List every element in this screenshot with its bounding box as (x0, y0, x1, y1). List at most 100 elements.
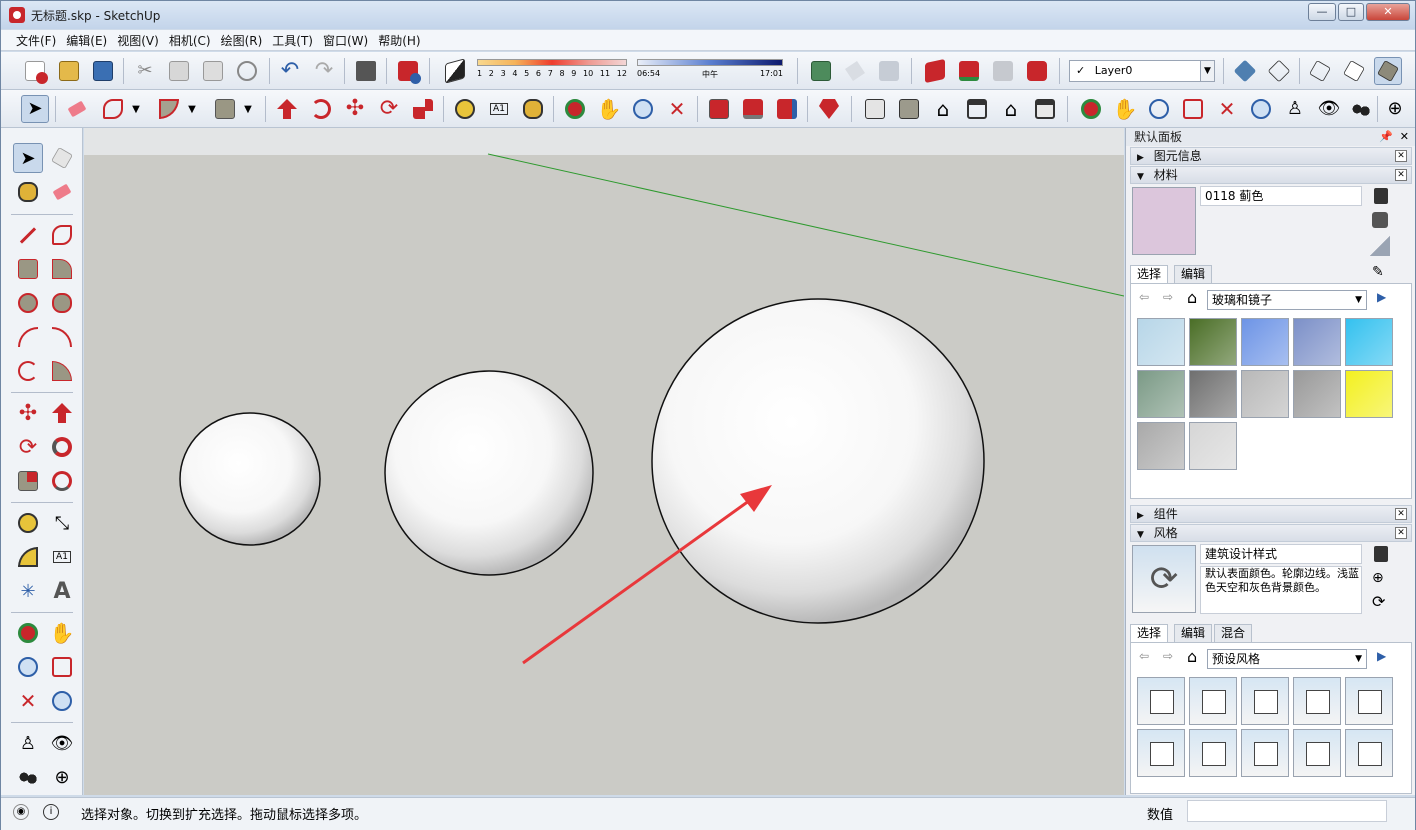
rectangle-dropdown[interactable]: ▼ (239, 95, 257, 123)
styles-tab-select[interactable]: 选择 (1130, 624, 1169, 642)
materials-library-select[interactable]: 玻璃和镜子 ▼ (1207, 290, 1367, 310)
freehand-tool[interactable] (47, 220, 77, 250)
push-pull-button[interactable] (273, 95, 301, 123)
position-camera-button[interactable]: ♙ (1281, 95, 1309, 123)
wireframe-style-button[interactable] (1306, 57, 1334, 85)
paint-bucket-button[interactable] (519, 95, 547, 123)
menu-draw[interactable]: 绘图(R) (216, 32, 268, 49)
arc-dropdown[interactable]: ▼ (183, 95, 201, 123)
paint-sample-icon[interactable] (1370, 236, 1390, 256)
style-description-field[interactable]: 默认表面颜色。轮廓边线。浅蓝色天空和灰色背景颜色。 (1200, 566, 1362, 614)
section-plane-tool[interactable]: ⊕ (47, 762, 77, 792)
forward-arrow-icon[interactable]: ⇨ (1163, 649, 1173, 663)
line-tool[interactable] (13, 220, 43, 250)
print-button[interactable] (352, 57, 380, 85)
styles-panel-header[interactable]: ▼ 风格 ✕ (1130, 524, 1412, 542)
previous-view-button[interactable] (1247, 95, 1275, 123)
pin-icon[interactable]: 📌 (1379, 130, 1393, 143)
shaded-style-button[interactable] (1374, 57, 1402, 85)
create-style-icon[interactable] (1374, 546, 1388, 562)
ruby-console-button[interactable] (815, 95, 843, 123)
zoom-extents-button[interactable]: ✕ (663, 95, 691, 123)
material-swatch[interactable] (1137, 318, 1185, 366)
polygon-tool[interactable] (47, 288, 77, 318)
save-button[interactable] (89, 57, 117, 85)
pan-button[interactable]: ✋ (595, 95, 623, 123)
sphere-small[interactable] (179, 412, 321, 546)
forward-arrow-icon[interactable]: ⇨ (1163, 290, 1173, 304)
arc-tool[interactable] (13, 322, 43, 352)
look-around-button[interactable]: 👁 (1315, 95, 1343, 123)
material-swatch[interactable] (1345, 370, 1393, 418)
shadow-time-slider[interactable]: 06:54 中午 17:01 (637, 59, 783, 87)
arc-button[interactable] (155, 95, 183, 123)
minimize-button[interactable]: — (1308, 3, 1336, 21)
previous-view-tool[interactable] (47, 686, 77, 716)
material-preview-swatch[interactable] (1132, 187, 1196, 255)
orbit-tool[interactable] (13, 618, 43, 648)
styles-tab-edit[interactable]: 编辑 (1174, 624, 1213, 642)
close-icon[interactable]: ✕ (1395, 508, 1407, 520)
scale-button[interactable] (409, 95, 437, 123)
menu-edit[interactable]: 编辑(E) (61, 32, 112, 49)
details-arrow-icon[interactable]: ▶ (1377, 290, 1386, 304)
close-icon[interactable]: ✕ (1395, 527, 1407, 539)
material-swatch[interactable] (1293, 370, 1341, 418)
zoom-window-button[interactable] (1179, 95, 1207, 123)
style-thumbnail[interactable] (1189, 729, 1237, 777)
look-around-tool[interactable]: 👁 (47, 728, 77, 758)
select-tool-button[interactable]: ➤ (21, 95, 49, 123)
push-pull-tool[interactable] (47, 398, 77, 428)
left-view-button[interactable] (1031, 95, 1059, 123)
select-tool[interactable]: ➤ (13, 143, 43, 173)
material-swatch[interactable] (1241, 318, 1289, 366)
get-models-button[interactable] (705, 95, 733, 123)
open-button[interactable] (55, 57, 83, 85)
menu-window[interactable]: 窗口(W) (318, 32, 373, 49)
rectangle-tool[interactable] (13, 254, 43, 284)
back-edges-style-button[interactable] (1265, 57, 1293, 85)
material-swatch[interactable] (1345, 318, 1393, 366)
sphere-medium[interactable] (384, 370, 594, 576)
pan-tool[interactable]: ✋ (47, 618, 77, 648)
rotate-button[interactable]: ⟳ (375, 95, 403, 123)
freehand-button[interactable] (99, 95, 127, 123)
default-material-icon[interactable] (1372, 212, 1388, 228)
components-panel-header[interactable]: ▶ 组件 ✕ (1130, 505, 1412, 523)
back-arrow-icon[interactable]: ⇦ (1139, 649, 1149, 663)
material-swatch[interactable] (1137, 370, 1185, 418)
follow-me-button[interactable] (307, 95, 335, 123)
circle-tool[interactable] (13, 288, 43, 318)
home-icon[interactable]: ⌂ (1187, 288, 1197, 307)
style-thumbnail[interactable] (1241, 677, 1289, 725)
front-view-button[interactable]: ⌂ (929, 95, 957, 123)
styles-tab-mix[interactable]: 混合 (1214, 624, 1253, 642)
material-swatch[interactable] (1189, 422, 1237, 470)
shadow-date-slider[interactable]: 1 2 3 4 5 6 7 8 9 10 11 12 (477, 59, 627, 87)
rotate-tool[interactable]: ⟳ (13, 432, 43, 462)
right-view-button[interactable] (963, 95, 991, 123)
material-swatch[interactable] (1241, 370, 1289, 418)
walk-tool[interactable] (13, 762, 43, 792)
rectangle-button[interactable] (211, 95, 239, 123)
undo-button[interactable]: ↶ (276, 57, 304, 85)
eraser-tool[interactable] (47, 177, 77, 207)
menu-camera[interactable]: 相机(C) (164, 32, 216, 49)
warehouse-button[interactable] (921, 57, 949, 85)
text-button[interactable]: A1 (485, 95, 513, 123)
tray-close-icon[interactable]: ✕ (1400, 130, 1409, 143)
protractor-tool[interactable] (13, 542, 43, 572)
close-icon[interactable]: ✕ (1395, 150, 1407, 162)
3d-text-tool[interactable]: A (47, 576, 77, 606)
iso-view-button[interactable] (861, 95, 889, 123)
shadows-toggle-button[interactable] (441, 57, 469, 85)
maximize-button[interactable]: □ (1338, 3, 1364, 21)
style-thumbnail[interactable] (1137, 729, 1185, 777)
style-thumbnail[interactable] (1293, 677, 1341, 725)
style-thumbnail[interactable] (1345, 729, 1393, 777)
copy-button[interactable] (165, 57, 193, 85)
style-thumbnail[interactable] (1293, 729, 1341, 777)
photo-texture-button[interactable] (875, 57, 903, 85)
upload-component-button[interactable] (773, 95, 801, 123)
style-thumbnail[interactable] (1137, 677, 1185, 725)
